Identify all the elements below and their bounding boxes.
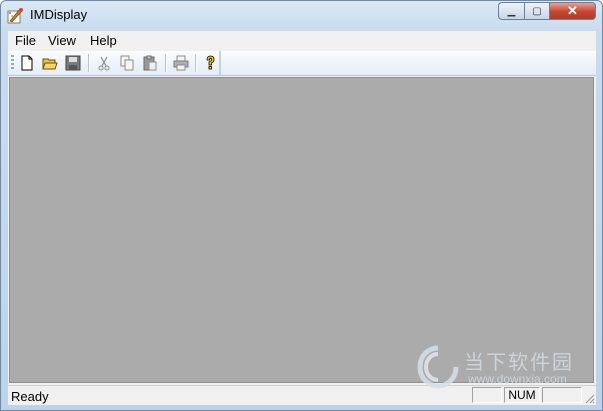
- print-button[interactable]: [171, 53, 191, 73]
- status-pane-scroll: [542, 387, 582, 403]
- paste-icon: [143, 55, 157, 71]
- title-bar[interactable]: IMDisplay ▁ ▢ ✕: [1, 1, 602, 30]
- copy-button[interactable]: [117, 53, 137, 73]
- paste-button[interactable]: [140, 53, 160, 73]
- menu-bar: File View Help: [8, 31, 596, 50]
- menu-file[interactable]: File: [15, 33, 36, 48]
- watermark-logo-icon: [417, 345, 459, 389]
- help-button[interactable]: [200, 53, 220, 73]
- new-button[interactable]: [17, 53, 37, 73]
- toolbar-separator: [165, 54, 167, 72]
- menu-view[interactable]: View: [48, 33, 76, 48]
- status-bar: Ready NUM: [8, 385, 596, 405]
- toolbar-separator: [88, 54, 90, 72]
- toolbar: [8, 51, 596, 76]
- save-button[interactable]: [63, 53, 83, 73]
- close-button[interactable]: ✕: [550, 2, 596, 20]
- window-title: IMDisplay: [30, 7, 88, 22]
- resize-grip-icon[interactable]: [583, 392, 595, 404]
- image-canvas[interactable]: [9, 77, 594, 383]
- help-icon: [206, 55, 215, 70]
- cut-icon: [98, 56, 110, 71]
- minimize-button[interactable]: ▁: [498, 2, 524, 20]
- toolbar-grip[interactable]: [11, 55, 14, 71]
- save-icon: [65, 55, 81, 71]
- maximize-icon: ▢: [532, 5, 542, 17]
- minimize-icon: ▁: [507, 5, 516, 17]
- maximize-button[interactable]: ▢: [524, 2, 550, 20]
- watermark-name: 当下软件园: [464, 350, 574, 374]
- menu-help[interactable]: Help: [90, 33, 117, 48]
- status-text: Ready: [11, 389, 49, 404]
- copy-icon: [120, 55, 134, 71]
- print-icon: [173, 55, 189, 71]
- status-pane-caps: [472, 387, 502, 403]
- close-icon: ✕: [567, 3, 578, 18]
- app-icon[interactable]: [7, 7, 25, 25]
- watermark-url: www.downxia.com: [468, 372, 567, 386]
- status-pane-num: NUM: [504, 387, 540, 403]
- cut-button[interactable]: [94, 53, 114, 73]
- new-icon: [21, 55, 33, 71]
- toolbar-separator: [195, 54, 197, 72]
- open-button[interactable]: [40, 53, 60, 73]
- open-icon: [42, 58, 58, 70]
- toolbar-end: [219, 51, 221, 75]
